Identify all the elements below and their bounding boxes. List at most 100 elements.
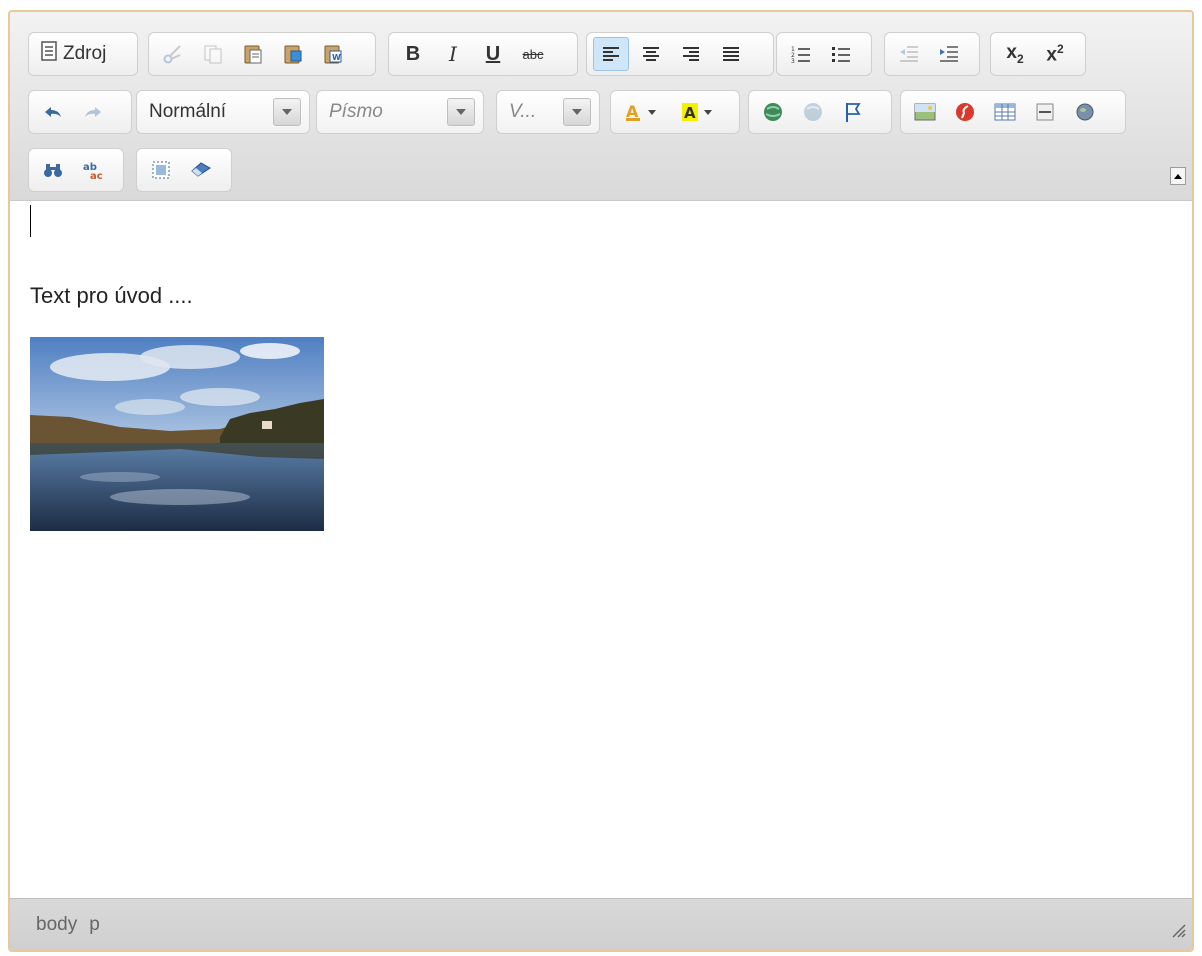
remove-format-button[interactable] (183, 153, 219, 187)
toolbar-group-indent (884, 32, 980, 76)
replace-button[interactable]: ab ac (75, 153, 111, 187)
link-button[interactable] (755, 95, 791, 129)
copy-icon (202, 43, 224, 65)
find-button[interactable] (35, 153, 71, 187)
iframe-button[interactable] (1067, 95, 1103, 129)
content-paragraph: Text pro úvod .... (30, 283, 193, 308)
unlink-icon (802, 101, 824, 123)
font-select[interactable]: Písmo (316, 90, 484, 134)
toolbar-group-clipboard: W (148, 32, 376, 76)
format-select-value: Normální (149, 101, 227, 122)
align-center-icon (642, 46, 660, 62)
format-select[interactable]: Normální (136, 90, 310, 134)
source-button[interactable]: Zdroj (35, 37, 112, 71)
image-icon (914, 102, 936, 122)
paste-word-icon: W (322, 43, 344, 65)
undo-button[interactable] (35, 95, 71, 129)
anchor-button[interactable] (835, 95, 871, 129)
svg-text:ac: ac (90, 171, 103, 180)
underline-icon: U (485, 42, 501, 65)
paste-from-word-button[interactable]: W (315, 37, 351, 71)
horizontal-rule-button[interactable] (1027, 95, 1063, 129)
toolbar-group-find: ab ac (28, 148, 124, 192)
paste-button[interactable] (235, 37, 271, 71)
outdent-button[interactable] (891, 37, 927, 71)
rich-text-editor: Zdroj W B I U abc 1 2 3 x2 x2 Normální P… (8, 10, 1194, 952)
element-path-body[interactable]: body (36, 914, 77, 936)
italic-button[interactable]: I (435, 37, 471, 71)
bold-icon: B (405, 42, 421, 65)
superscript-button[interactable]: x2 (1037, 37, 1073, 71)
editor-toolbar: Zdroj W B I U abc 1 2 3 x2 x2 Normální P… (10, 12, 1192, 201)
svg-text:W: W (332, 53, 341, 62)
toolbar-group-colors: A A (610, 90, 740, 134)
toolbar-group-lists: 123 (776, 32, 872, 76)
eraser-icon (190, 161, 212, 179)
chevron-down-icon (563, 98, 591, 126)
align-justify-icon (722, 46, 740, 62)
bold-button[interactable]: B (395, 37, 431, 71)
lake-photo-image[interactable] (30, 337, 324, 531)
horizontal-rule-icon (1035, 102, 1055, 122)
text-color-button[interactable]: A (617, 95, 669, 129)
copy-button[interactable] (195, 37, 231, 71)
scissors-icon (162, 43, 184, 65)
table-button[interactable] (987, 95, 1023, 129)
svg-text:3: 3 (791, 58, 795, 63)
toolbar-group-insert (900, 90, 1126, 134)
source-button-label: Zdroj (63, 43, 107, 64)
toolbar-group-basicstyles: B I U abc (388, 32, 578, 76)
svg-text:A: A (684, 104, 696, 122)
resize-grip-icon[interactable] (1170, 922, 1186, 944)
toolbar-group-align (586, 32, 774, 76)
text-cursor (30, 205, 31, 237)
indent-button[interactable] (931, 37, 967, 71)
binoculars-icon (43, 161, 63, 179)
strike-button[interactable]: abc (515, 37, 551, 71)
numbered-list-button[interactable]: 123 (783, 37, 819, 71)
element-path-p[interactable]: p (89, 914, 100, 936)
image-button[interactable] (907, 95, 943, 129)
table-icon (994, 102, 1016, 122)
unlink-button[interactable] (795, 95, 831, 129)
align-right-icon (682, 46, 700, 62)
outdent-icon (899, 45, 919, 63)
editor-statusbar: body p (10, 898, 1192, 950)
flash-button[interactable] (947, 95, 983, 129)
underline-button[interactable]: U (475, 37, 511, 71)
toolbar-group-undo (28, 90, 132, 134)
chevron-down-icon (447, 98, 475, 126)
paste-text-button[interactable] (275, 37, 311, 71)
align-justify-button[interactable] (713, 37, 749, 71)
toolbar-group-script: x2 x2 (990, 32, 1086, 76)
font-select-value: Písmo (329, 101, 383, 122)
link-icon (762, 101, 784, 123)
align-right-button[interactable] (673, 37, 709, 71)
align-left-icon (602, 46, 620, 62)
align-left-button[interactable] (593, 37, 629, 71)
indent-icon (939, 45, 959, 63)
redo-icon (83, 104, 103, 120)
font-size-select[interactable]: V... (496, 90, 600, 134)
subscript-icon: x2 (1006, 42, 1024, 66)
subscript-button[interactable]: x2 (997, 37, 1033, 71)
editor-content-area[interactable]: Text pro úvod .... (10, 201, 1192, 899)
background-color-button[interactable]: A (673, 95, 725, 129)
select-all-button[interactable] (143, 153, 179, 187)
superscript-icon: x2 (1046, 41, 1064, 66)
font-size-select-value: V... (509, 101, 537, 122)
cut-button[interactable] (155, 37, 191, 71)
bulleted-list-icon (831, 45, 851, 63)
align-center-button[interactable] (633, 37, 669, 71)
globe-icon (1075, 102, 1095, 122)
clipboard-icon (242, 43, 264, 65)
toolbar-group-source: Zdroj (28, 32, 138, 76)
undo-icon (43, 104, 63, 120)
redo-button[interactable] (75, 95, 111, 129)
chevron-down-icon (273, 98, 301, 126)
bulleted-list-button[interactable] (823, 37, 859, 71)
toolbar-group-links (748, 90, 892, 134)
flash-icon (954, 101, 976, 123)
toolbar-collapse-button[interactable] (1170, 167, 1186, 185)
select-all-icon (151, 160, 171, 180)
